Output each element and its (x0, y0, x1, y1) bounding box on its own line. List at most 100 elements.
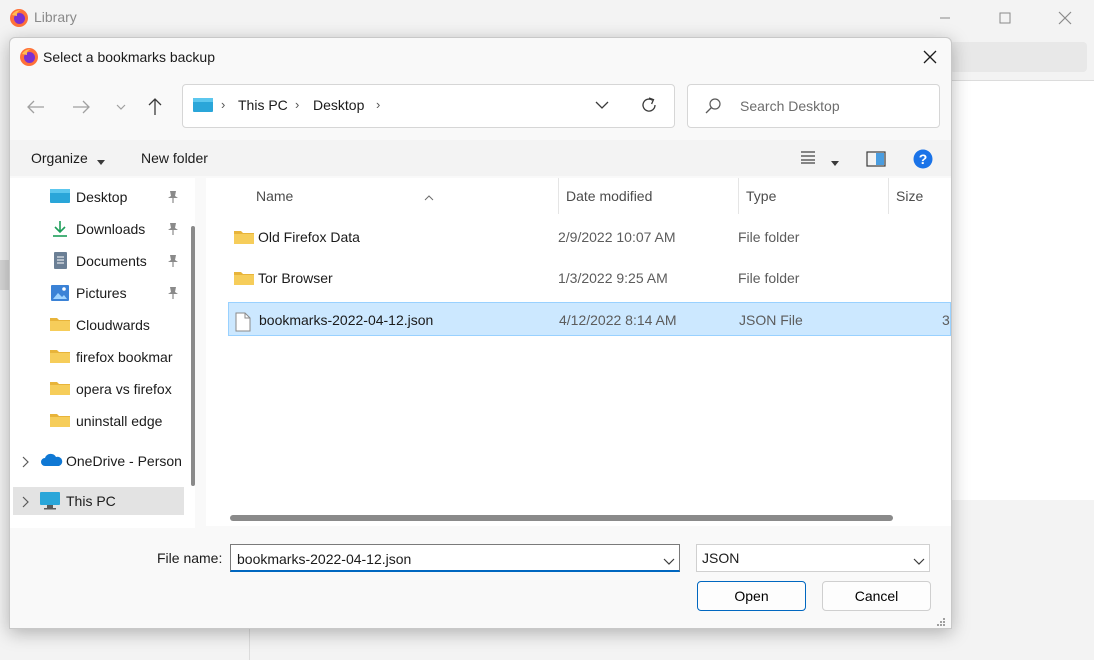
column-label: Date modified (566, 188, 653, 204)
nav-item-pictures[interactable]: Pictures (10, 279, 195, 307)
maximize-icon[interactable] (985, 6, 1025, 30)
search-input[interactable] (738, 95, 932, 117)
pc-icon (40, 492, 60, 513)
file-size: 3 (942, 312, 950, 328)
file-name-input[interactable] (235, 549, 649, 569)
sort-ascending-icon (424, 188, 434, 204)
nav-item-label: OneDrive - Person (66, 453, 182, 469)
file-date: 4/12/2022 8:14 AM (559, 312, 677, 328)
resize-grip-icon[interactable] (936, 614, 946, 628)
cancel-button[interactable]: Cancel (822, 581, 931, 611)
nav-item-this-pc[interactable]: This PC (13, 487, 184, 515)
chevron-right-icon[interactable] (22, 495, 30, 511)
nav-item-label: opera vs firefox (76, 381, 172, 397)
pin-icon (167, 190, 179, 207)
preview-pane-icon[interactable] (866, 151, 886, 170)
column-header-name[interactable]: Name (236, 178, 552, 214)
minimize-icon[interactable] (925, 6, 965, 30)
file-type: File folder (738, 229, 800, 245)
file-type-select[interactable]: JSON (696, 544, 930, 572)
arrow-right-icon (73, 100, 90, 114)
firefox-logo-icon (19, 47, 39, 70)
arrow-left-icon (27, 100, 44, 114)
library-left-edge (0, 260, 9, 290)
folder-icon (50, 316, 70, 335)
pc-icon (193, 98, 213, 117)
navigation-pane: Desktop Downloads Documents Pictures Clo… (10, 178, 195, 528)
library-divider (249, 628, 250, 660)
nav-item-cloudwards[interactable]: Cloudwards (10, 311, 195, 339)
firefox-logo-icon (9, 8, 29, 31)
caret-down-icon[interactable] (97, 153, 105, 169)
file-name: bookmarks-2022-04-12.json (259, 312, 434, 328)
nav-item-label: Documents (76, 253, 147, 269)
library-close-icon[interactable] (1045, 6, 1085, 30)
chevron-down-icon (595, 101, 609, 109)
folder-icon (50, 380, 70, 399)
horizontal-scrollbar[interactable] (230, 515, 893, 521)
column-label: Type (746, 188, 777, 204)
close-icon (923, 50, 937, 64)
column-label: Name (256, 188, 294, 204)
up-button[interactable] (141, 93, 169, 121)
column-header-date[interactable]: Date modified (558, 178, 738, 214)
address-bar[interactable]: › This PC › Desktop › (182, 84, 675, 128)
chevron-down-icon[interactable] (663, 553, 675, 569)
nav-item-documents[interactable]: Documents (10, 247, 195, 275)
nav-item-onedrive[interactable]: OneDrive - Person (10, 447, 195, 475)
dialog-close-button[interactable] (915, 44, 945, 70)
dialog-title: Select a bookmarks backup (43, 49, 215, 65)
column-header-type[interactable]: Type (738, 178, 888, 214)
file-row-tor-browser[interactable]: Tor Browser 1/3/2022 9:25 AM File folder (228, 261, 951, 295)
onedrive-icon (40, 452, 64, 471)
nav-item-label: Pictures (76, 285, 127, 301)
breadcrumb-separator: › (295, 97, 300, 112)
nav-item-downloads[interactable]: Downloads (10, 215, 195, 243)
file-row-old-firefox-data[interactable]: Old Firefox Data 2/9/2022 10:07 AM File … (228, 220, 951, 254)
forward-button[interactable] (67, 93, 95, 121)
folder-icon (50, 412, 70, 431)
folder-icon (234, 270, 254, 289)
file-name-combobox[interactable] (230, 544, 680, 572)
chevron-right-icon[interactable] (22, 455, 30, 471)
address-dropdown-button[interactable] (595, 97, 609, 116)
caret-down-icon[interactable] (831, 154, 839, 170)
refresh-button[interactable] (639, 95, 659, 118)
column-header-size[interactable]: Size (888, 178, 951, 214)
nav-item-uninstall-edge[interactable]: uninstall edge (10, 407, 195, 435)
download-icon (50, 220, 70, 241)
chevron-down-icon[interactable] (913, 553, 925, 569)
breadcrumb-desktop[interactable]: Desktop (313, 97, 364, 113)
breadcrumb-separator: › (376, 97, 381, 112)
nav-item-firefox-bookmarks[interactable]: firefox bookmar (10, 343, 195, 371)
file-name: Old Firefox Data (258, 229, 360, 245)
file-type: JSON File (739, 312, 803, 328)
arrow-up-icon (148, 98, 162, 115)
refresh-icon (642, 97, 656, 112)
organize-button[interactable]: Organize (31, 150, 88, 166)
new-folder-button[interactable]: New folder (141, 150, 208, 166)
file-name-label: File name: (157, 550, 223, 566)
nav-item-desktop[interactable]: Desktop (10, 183, 195, 211)
recent-locations-button[interactable] (107, 93, 135, 121)
search-icon (704, 97, 722, 118)
nav-item-label: Downloads (76, 221, 146, 237)
folder-icon (234, 229, 254, 248)
search-box[interactable] (687, 84, 940, 128)
back-button[interactable] (22, 93, 50, 121)
help-icon[interactable]: ? (913, 149, 933, 172)
folder-icon (50, 348, 70, 367)
pin-icon (167, 222, 179, 239)
chevron-down-icon (116, 104, 126, 110)
open-file-dialog: Select a bookmarks backup › This PC › De… (9, 37, 952, 629)
library-titlebar: Library (0, 0, 1094, 36)
svg-text:?: ? (919, 151, 928, 167)
column-label: Size (896, 188, 924, 204)
view-options-icon[interactable] (800, 150, 816, 167)
nav-item-opera-vs-firefox[interactable]: opera vs firefox (10, 375, 195, 403)
open-button[interactable]: Open (697, 581, 806, 611)
file-row-bookmarks-json[interactable]: bookmarks-2022-04-12.json 4/12/2022 8:14… (228, 302, 951, 336)
navigation-scrollbar[interactable] (191, 226, 195, 486)
nav-item-label: firefox bookmar (76, 349, 173, 365)
breadcrumb-this-pc[interactable]: This PC (238, 97, 288, 113)
